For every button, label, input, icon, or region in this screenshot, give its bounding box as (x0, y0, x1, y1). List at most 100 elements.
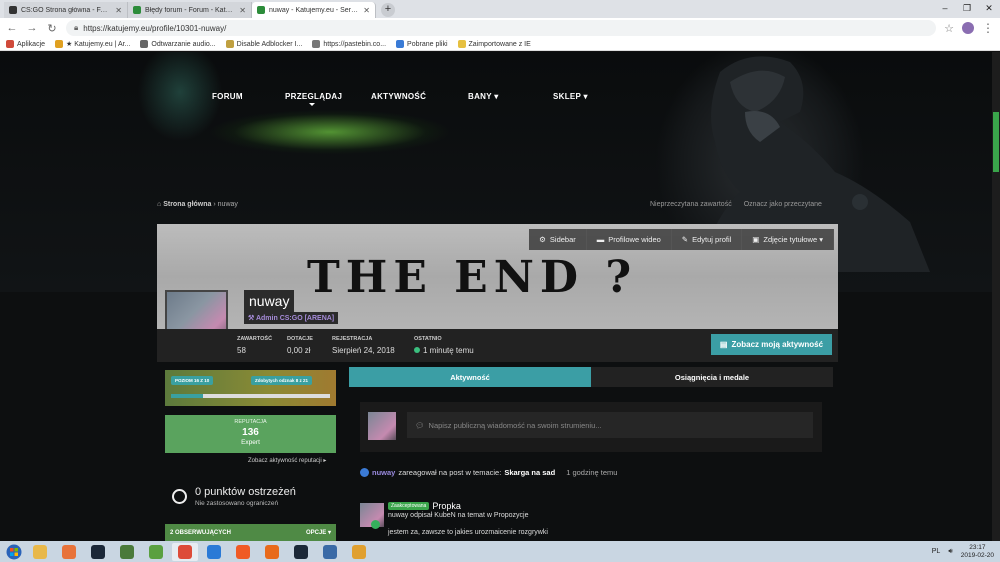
status-input[interactable]: 💬︎ Napisz publiczną wiadomość na swoim st… (407, 412, 813, 438)
close-tab-icon[interactable]: ✕ (115, 6, 122, 15)
post-snippet: jestem za, zawsze to jakies urozmaicenie… (388, 529, 548, 536)
activity-topic-link[interactable]: Skarga na sad (504, 468, 555, 477)
scrollbar-thumb[interactable] (993, 112, 999, 172)
warnings-title: 0 punktów ostrzeżeń (195, 486, 296, 498)
windows-start-button[interactable] (4, 543, 24, 561)
gear-icon: ⚙ (539, 235, 546, 244)
taskbar-app[interactable] (201, 543, 227, 561)
app-icon (120, 544, 134, 559)
nav-browse[interactable]: PRZEGLĄDAJ (285, 92, 342, 101)
tab-title: Błędy forum - Forum - Katujemy (145, 6, 236, 14)
close-tab-icon[interactable]: ✕ (239, 6, 246, 15)
badges-pill[interactable]: Zdobytych odznak 8 z 21 (251, 376, 313, 385)
reputation-title: REPUTACJA (234, 419, 267, 425)
steam2-icon (294, 544, 308, 559)
maximize-button[interactable]: ❐ (956, 0, 978, 16)
bookmark-item[interactable]: Odtwarzanie audio... (140, 40, 216, 48)
image-icon: ▣ (752, 235, 760, 244)
browser-tab-2[interactable]: Błędy forum - Forum - Katujemy ✕ (128, 2, 252, 18)
taskbar-app[interactable] (288, 543, 314, 561)
status-composer-box: 💬︎ Napisz publiczną wiadomość na swoim st… (360, 402, 822, 452)
taskbar-app[interactable] (143, 543, 169, 561)
level-progress-fill (171, 394, 203, 398)
taskbar-apps (27, 542, 372, 561)
stat-content: ZAWARTOŚĆ 58 (237, 336, 273, 355)
activity-user-link[interactable]: nuway (372, 468, 395, 477)
window-controls: – ❐ ✕ (934, 0, 1000, 16)
tab-achievements[interactable]: Osiągnięcia i medale (591, 367, 833, 387)
bookmark-item[interactable]: Aplikacje (6, 40, 45, 48)
breadcrumb: ⌂ Strona główna › nuway (157, 201, 238, 208)
bookmark-item[interactable]: https://pastebin.co... (312, 40, 386, 48)
post-title-link[interactable]: Propka (432, 501, 461, 511)
comment-badge-icon (371, 520, 380, 529)
like-icon (360, 468, 369, 477)
faceit-favicon-icon (9, 6, 17, 14)
minimize-button[interactable]: – (934, 0, 956, 16)
browser-menu-icon[interactable]: ⋮ (982, 21, 994, 35)
sidebar-button[interactable]: ⚙ Sidebar (529, 229, 587, 250)
taskbar-app[interactable] (259, 543, 285, 561)
windows-taskbar: PL 🔊︎ 23:17 2019-02-20 (0, 541, 1000, 562)
forward-icon[interactable]: → (26, 22, 38, 34)
bookmark-star-icon[interactable]: ☆ (944, 22, 954, 35)
clock[interactable]: 23:17 2019-02-20 (961, 544, 994, 560)
browser-tab-1[interactable]: CS:GO Strona główna - FACEIT.c ✕ (4, 2, 128, 18)
cover-photo-button[interactable]: ▣ Zdjęcie tytułowe ▾ (742, 229, 834, 250)
close-window-button[interactable]: ✕ (978, 0, 1000, 16)
nav-shop[interactable]: SKLEP ▾ (553, 92, 588, 101)
breadcrumb-current: nuway (217, 201, 238, 208)
bookmark-item[interactable]: ★ Katujemy.eu | Ar... (55, 40, 130, 48)
active-nav-caret-icon (309, 103, 315, 106)
reputation-activity-link[interactable]: Zobacz aktywność reputacji ▸ (248, 457, 326, 464)
bookmark-item[interactable]: Disable Adblocker I... (225, 40, 302, 48)
reputation-box: REPUTACJA 136 Expert (165, 415, 336, 453)
nav-bans[interactable]: BANY ▾ (468, 92, 499, 101)
katujemy-favicon-icon (133, 6, 141, 14)
edit-profile-button[interactable]: ✎ Edytuj profil (671, 229, 743, 250)
download-icon (396, 40, 405, 48)
stat-registered: REJESTRACJA Sierpień 24, 2018 (332, 336, 395, 355)
comment-icon: 💬︎ (415, 420, 425, 430)
page-scrollbar[interactable] (992, 52, 1000, 541)
pencil-icon: ✎ (681, 235, 689, 244)
browser-tab-3-active[interactable]: nuway - Katujemy.eu - Serwery C ✕ (252, 2, 376, 18)
profile-video-button[interactable]: ▬ Profilowe wideo (586, 229, 672, 250)
activity-icon: ▤ (719, 340, 728, 349)
taskbar-app[interactable] (230, 543, 256, 561)
page-content: FORUM PRZEGLĄDAJ AKTYWNOŚĆ BANY ▾ SKLEP … (0, 52, 1000, 541)
reload-icon[interactable]: ↻ (46, 22, 58, 35)
unread-content-link[interactable]: Nieprzeczytana zawartość (650, 201, 732, 208)
address-bar: ← → ↻ 🔒︎ https://katujemy.eu/profile/103… (0, 18, 1000, 38)
url-input[interactable]: 🔒︎ https://katujemy.eu/profile/10301-nuw… (66, 20, 937, 36)
new-tab-button[interactable]: + (381, 3, 395, 17)
bookmark-favicon-icon (225, 40, 234, 48)
nav-activity[interactable]: AKTYWNOŚĆ (371, 92, 426, 101)
taskbar-app[interactable] (114, 543, 140, 561)
main-nav: FORUM PRZEGLĄDAJ AKTYWNOŚĆ BANY ▾ SKLEP … (0, 92, 1000, 108)
teamspeak-icon (323, 544, 337, 559)
taskbar-app[interactable] (172, 542, 198, 561)
taskbar-app[interactable] (346, 543, 372, 561)
back-icon[interactable]: ← (6, 22, 18, 34)
taskbar-app[interactable] (56, 543, 82, 561)
online-status-icon (414, 347, 420, 353)
bookmark-item[interactable]: Pobrane pliki (396, 40, 448, 48)
taskbar-app[interactable] (27, 543, 53, 561)
tab-activity[interactable]: Aktywność (349, 367, 591, 387)
close-tab-icon[interactable]: ✕ (363, 6, 370, 15)
view-my-activity-button[interactable]: ▤ Zobacz moją aktywność (711, 334, 832, 355)
profile-avatar-icon[interactable] (962, 22, 974, 34)
bookmark-folder[interactable]: Zaimportowane z IE (457, 40, 531, 48)
followers-options-button[interactable]: OPCJE ▾ (306, 529, 331, 536)
taskbar-app[interactable] (85, 543, 111, 561)
bookmark-favicon-icon (312, 40, 321, 48)
mark-read-link[interactable]: Oznacz jako przeczytane (744, 201, 822, 208)
activity-text: zareagował na post w temacie: (398, 468, 502, 477)
nav-forum[interactable]: FORUM (212, 92, 243, 101)
taskbar-app[interactable] (317, 543, 343, 561)
warnings-subtitle: Nie zastosowano ograniczeń (195, 500, 279, 507)
breadcrumb-home[interactable]: Strona główna (163, 201, 211, 208)
volume-icon[interactable]: 🔊︎ (948, 548, 952, 556)
language-indicator[interactable]: PL (932, 548, 941, 555)
